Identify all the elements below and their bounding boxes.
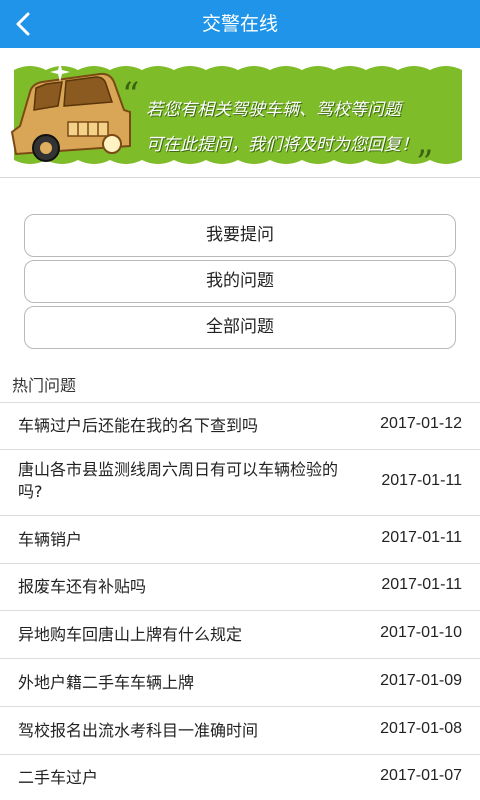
question-date: 2017-01-07 (380, 767, 462, 784)
ask-question-button[interactable]: 我要提问 (24, 214, 456, 257)
list-item[interactable]: 唐山各市县监测线周六周日有可以车辆检验的吗? 2017-01-11 (0, 450, 480, 516)
question-date: 2017-01-12 (380, 415, 462, 432)
info-banner: “ ” 若您有相关驾驶车辆、驾校等问题 可在此提问，我们将及时为您回复！ (0, 48, 480, 178)
top-bar: 交警在线 (0, 0, 480, 48)
question-text: 外地户籍二手车车辆上牌 (18, 673, 195, 692)
question-text: 车辆过户后还能在我的名下查到吗 (18, 416, 259, 435)
my-questions-button[interactable]: 我的问题 (24, 260, 456, 303)
question-date: 2017-01-09 (380, 672, 462, 689)
list-item[interactable]: 外地户籍二手车车辆上牌 2017-01-09 (0, 659, 480, 707)
action-buttons: 我要提问 我的问题 全部问题 (24, 214, 456, 352)
question-date: 2017-01-11 (381, 472, 462, 489)
list-item[interactable]: 驾校报名出流水考科目一准确时间 2017-01-08 (0, 707, 480, 755)
question-date: 2017-01-08 (380, 720, 462, 737)
question-text: 车辆销户 (18, 530, 83, 549)
question-date: 2017-01-11 (381, 576, 462, 593)
svg-text:“: “ (122, 75, 139, 115)
list-item[interactable]: 车辆销户 2017-01-11 (0, 516, 480, 564)
question-text: 驾校报名出流水考科目一准确时间 (18, 721, 259, 740)
question-text: 异地购车回唐山上牌有什么规定 (18, 625, 243, 644)
svg-text:”: ” (416, 143, 433, 178)
list-item[interactable]: 车辆过户后还能在我的名下查到吗 2017-01-12 (0, 403, 480, 450)
question-text: 唐山各市县监测线周六周日有可以车辆检验的吗? (18, 460, 339, 501)
question-text: 报废车还有补贴吗 (18, 577, 147, 596)
list-item[interactable]: 异地购车回唐山上牌有什么规定 2017-01-10 (0, 611, 480, 659)
question-date: 2017-01-11 (381, 529, 462, 546)
all-questions-button[interactable]: 全部问题 (24, 306, 456, 349)
banner-text-line-2: 可在此提问，我们将及时为您回复！ (146, 135, 418, 155)
question-date: 2017-01-10 (380, 624, 462, 641)
question-text: 二手车过户 (18, 768, 99, 787)
hot-questions-list: 车辆过户后还能在我的名下查到吗 2017-01-12 唐山各市县监测线周六周日有… (0, 402, 480, 800)
page-title: 交警在线 (201, 13, 278, 35)
hot-questions-heading: 热门问题 (12, 376, 77, 395)
list-item[interactable]: 报废车还有补贴吗 2017-01-11 (0, 564, 480, 611)
banner-text-line-1: 若您有相关驾驶车辆、驾校等问题 (146, 100, 401, 120)
list-item[interactable]: 二手车过户 2017-01-07 (0, 755, 480, 800)
